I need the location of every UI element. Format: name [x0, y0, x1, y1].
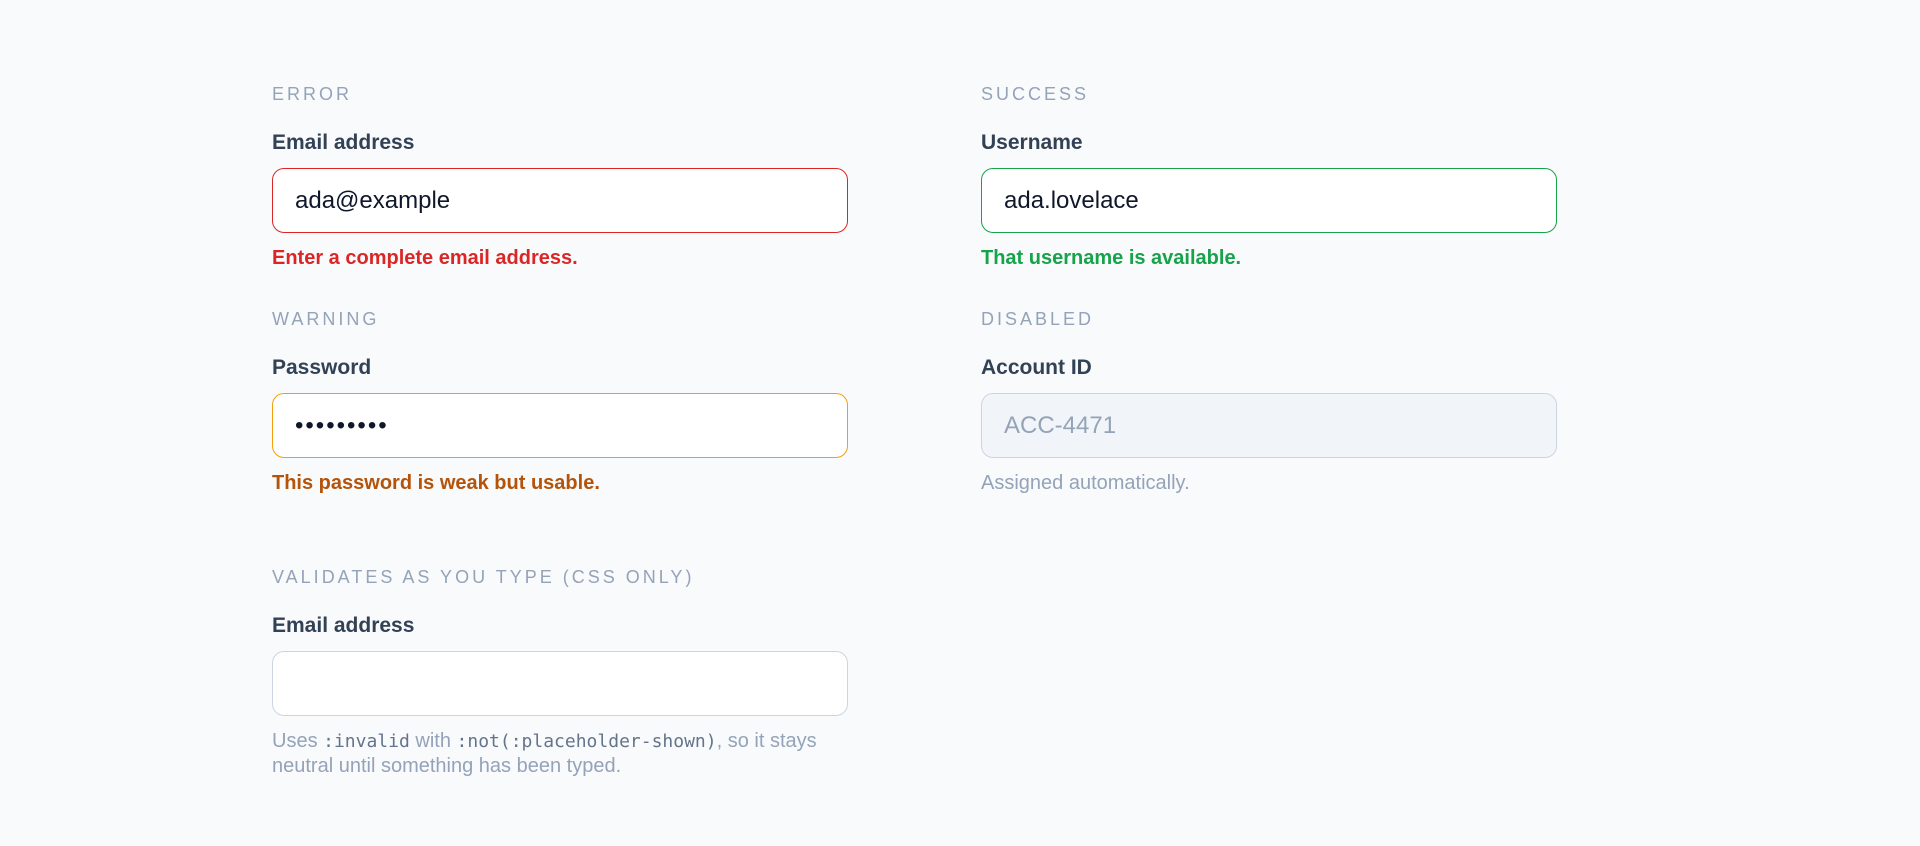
- success-field-group: SUCCESS Username That username is availa…: [981, 83, 1557, 270]
- section-title-success: SUCCESS: [981, 84, 1090, 104]
- section-title-live-validation: VALIDATES AS YOU TYPE (CSS ONLY): [272, 567, 695, 587]
- warning-message: This password is weak but usable.: [272, 472, 600, 494]
- section-title-warning: WARNING: [272, 309, 380, 329]
- warning-field-group: WARNING Password This password is weak b…: [272, 308, 848, 495]
- validation-states-page: ERROR Email address Enter a complete ema…: [0, 0, 1920, 846]
- username-label: Username: [981, 131, 1083, 154]
- disabled-hint: Assigned automatically.: [981, 472, 1190, 494]
- hint-code-not-placeholder-shown: :not(:placeholder-shown): [456, 731, 717, 752]
- hint-code-invalid: :invalid: [323, 731, 410, 752]
- error-field-group: ERROR Email address Enter a complete ema…: [272, 83, 848, 270]
- error-message: Enter a complete email address.: [272, 247, 578, 269]
- section-title-disabled: DISABLED: [981, 309, 1095, 329]
- account-id-input: [981, 393, 1557, 458]
- hint-text-2: with: [409, 730, 457, 752]
- live-email-label: Email address: [272, 614, 415, 637]
- email-input-error[interactable]: [272, 168, 848, 233]
- live-email-input[interactable]: [272, 651, 848, 716]
- password-label: Password: [272, 356, 372, 379]
- success-message: That username is available.: [981, 247, 1242, 269]
- hint-text-1: Uses: [272, 730, 324, 752]
- live-validation-field-group: VALIDATES AS YOU TYPE (CSS ONLY) Email a…: [272, 566, 848, 778]
- disabled-field-group: DISABLED Account ID Assigned automatical…: [981, 308, 1557, 495]
- account-id-label: Account ID: [981, 356, 1092, 379]
- section-title-error: ERROR: [272, 84, 353, 104]
- email-label: Email address: [272, 131, 415, 154]
- live-validation-hint: Uses :invalid with :not(:placeholder-sho…: [272, 729, 848, 778]
- password-input[interactable]: [272, 393, 848, 458]
- username-input[interactable]: [981, 168, 1557, 233]
